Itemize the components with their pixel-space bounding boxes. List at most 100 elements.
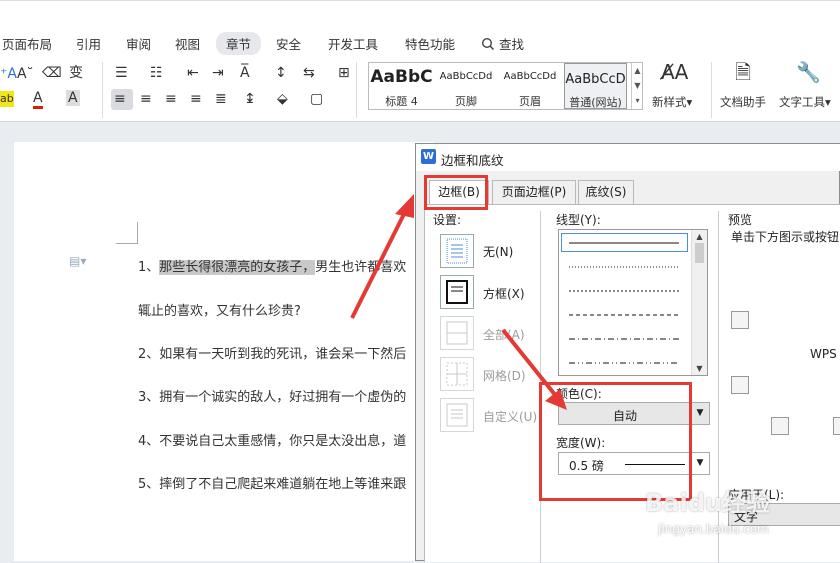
sort-icon[interactable]: ↕ <box>275 65 287 81</box>
linestyle-list[interactable]: ▲ ▼ <box>558 229 708 376</box>
numbered-list-icon[interactable]: ☷ <box>150 65 163 81</box>
text-tools-label: 文字工具 <box>779 95 825 109</box>
menu-page-layout[interactable]: 页面布局 <box>2 34 52 53</box>
selected-text[interactable]: 那些长得很漂亮的女孩子， <box>159 260 316 275</box>
dialog-titlebar[interactable]: W 边框和底纹 <box>416 144 840 171</box>
menu-search[interactable]: 查找 <box>481 34 524 53</box>
tab-shading[interactable]: 底纹(S) <box>578 180 634 204</box>
paragraph-handle-icon[interactable]: ▤▾ <box>69 254 86 268</box>
preview-hint: 单击下方图示或按钮 <box>731 230 840 244</box>
highlight-box-borders-tab <box>424 175 488 210</box>
divider <box>102 62 103 118</box>
style-heading4[interactable]: AaBbC 标题 4 <box>369 63 434 109</box>
bottom-border-button[interactable] <box>731 376 749 394</box>
align-center-icon[interactable]: ≡ <box>140 91 152 107</box>
clear-format-icon[interactable]: ⌫ <box>42 65 62 81</box>
menu-bar: 页面布局 引用 审阅 视图 章节 安全 开发工具 特色功能 查找 <box>0 0 840 58</box>
wrench-icon[interactable]: 🔧 <box>796 62 821 82</box>
distributed-icon[interactable]: ≣ <box>215 91 227 107</box>
style-gallery-scroll[interactable]: ▲ ▼ ▾ <box>631 63 643 109</box>
watermark-url: jingyan.baidu.com <box>658 522 769 536</box>
paragraph-4[interactable]: 4、不要说自己太重感情，你只是太没出息，道 <box>138 430 406 449</box>
setting-none-icon[interactable] <box>440 234 474 268</box>
menu-references[interactable]: 引用 <box>76 34 101 53</box>
paragraph-1-continued[interactable]: 辄止的喜欢，又有什么珍贵? <box>138 300 301 319</box>
table-border-icon[interactable]: ⊞ <box>338 65 350 81</box>
menu-special-features[interactable]: 特色功能 <box>405 34 455 53</box>
document-page[interactable]: ▤▾ 1、那些长得很漂亮的女孩子，男生也许都喜欢 辄止的喜欢，又有什么珍贵? 2… <box>14 142 434 561</box>
right-border-button[interactable] <box>833 417 840 435</box>
menu-chapter[interactable]: 章节 <box>216 32 262 55</box>
shrink-font-icon[interactable]: A˘ <box>17 66 34 82</box>
style-name: 页脚 <box>455 95 477 108</box>
chinese-layout-icon[interactable]: A̅ <box>240 65 250 81</box>
paragraph-1[interactable]: 1、那些长得很漂亮的女孩子，男生也许都喜欢 <box>138 256 406 275</box>
line-spacing-icon[interactable]: ↨ <box>244 91 256 107</box>
chevron-down-icon: ▼ <box>696 458 704 468</box>
chevron-down-icon: ▼ <box>696 408 704 418</box>
shading-fill-icon[interactable]: ⬙ <box>277 91 288 107</box>
char-shading-icon[interactable]: A <box>66 90 80 106</box>
menu-view[interactable]: 视图 <box>175 34 200 53</box>
doc-helper-button[interactable]: 文档助手 <box>720 94 766 110</box>
paragraph-5[interactable]: 5、摔倒了不自己爬起来难道躺在地上等谁来跟 <box>138 473 406 492</box>
linestyle-samples <box>569 242 679 364</box>
search-label: 查找 <box>498 37 524 52</box>
margin-corner-mark <box>116 222 138 244</box>
menu-developer-tools[interactable]: 开发工具 <box>328 34 378 53</box>
watermark-logo: Baidu经验 <box>645 489 770 517</box>
increase-indent-icon[interactable]: ⇥ <box>212 65 224 81</box>
dialog-title: 边框和底纹 <box>441 153 504 168</box>
wps-logo-icon: W <box>421 149 436 164</box>
style-footer[interactable]: AaBbCcDd 页脚 <box>434 63 498 109</box>
grow-font-icon[interactable]: ⁺A <box>0 66 17 82</box>
setting-box-label[interactable]: 方框(X) <box>483 285 525 302</box>
paragraph-2[interactable]: 2、如果有一天听到我的死讯，谁会呆一下然后 <box>138 343 406 362</box>
doc-helper-icon[interactable]: 🗎 <box>735 62 751 82</box>
setting-all-icon <box>440 316 474 350</box>
setting-none-label[interactable]: 无(N) <box>483 243 513 260</box>
setting-box-icon[interactable] <box>440 275 474 309</box>
style-name: 标题 4 <box>385 95 418 108</box>
left-border-button[interactable] <box>771 417 789 435</box>
new-style-icon[interactable]: A̸A <box>661 62 688 82</box>
style-sample: AaBbCcDd <box>503 71 557 82</box>
pinyin-icon[interactable]: 变 <box>69 65 83 81</box>
divider <box>711 62 712 118</box>
setting-custom-label: 自定义(U) <box>483 410 538 424</box>
new-style-button[interactable]: 新样式▾ <box>652 94 692 110</box>
search-icon <box>481 37 495 51</box>
text-tools-button[interactable]: 文字工具▾ <box>779 94 831 110</box>
divider <box>356 62 357 118</box>
menu-review[interactable]: 审阅 <box>126 34 151 53</box>
style-name: 普通(网站) <box>569 96 622 109</box>
style-normal-web[interactable]: AaBbCcD 普通(网站) <box>564 63 627 109</box>
menu-security[interactable]: 安全 <box>276 34 301 53</box>
top-border-button[interactable] <box>731 311 749 329</box>
paragraph-3[interactable]: 3、拥有一个诚实的敌人，好过拥有一个虚伪的 <box>138 386 406 405</box>
preview-sample-text: WPS <box>810 347 837 361</box>
list-number: 1、 <box>138 260 160 275</box>
settings-label: 设置: <box>433 213 462 227</box>
setting-all-label: 全部(A) <box>483 328 525 342</box>
style-sample: AaBbC <box>370 67 433 87</box>
highlight-icon[interactable]: ab <box>0 91 14 107</box>
style-sample: AaBbCcDd <box>439 71 493 82</box>
style-sample: AaBbCcD <box>565 72 626 87</box>
style-gallery: AaBbC 标题 4 AaBbCcDd 页脚 AaBbCcDd 页眉 AaBbC… <box>368 62 643 110</box>
linestyle-label: 线型(Y): <box>556 213 601 227</box>
align-right-icon[interactable]: ≡ <box>165 91 177 107</box>
justify-icon[interactable]: ≡ <box>190 91 202 107</box>
align-left-icon: ≡ <box>114 91 126 107</box>
setting-grid-label: 网格(D) <box>483 369 526 383</box>
borders-icon[interactable]: ▢ <box>310 91 323 107</box>
new-style-label: 新样式 <box>652 95 687 109</box>
decrease-indent-icon[interactable]: ⇤ <box>187 65 199 81</box>
paragraph-text: 男生也许都喜欢 <box>315 260 407 275</box>
linestyle-scrollbar[interactable]: ▲ ▼ <box>691 230 707 375</box>
style-header[interactable]: AaBbCcDd 页眉 <box>498 63 562 109</box>
tab-page-borders[interactable]: 页面边框(P) <box>492 180 576 204</box>
paragraph-spacing-icon[interactable]: ⇆ <box>303 65 315 81</box>
bullet-list-icon[interactable]: ☰ <box>115 65 128 81</box>
font-color-icon[interactable]: A <box>33 90 43 109</box>
